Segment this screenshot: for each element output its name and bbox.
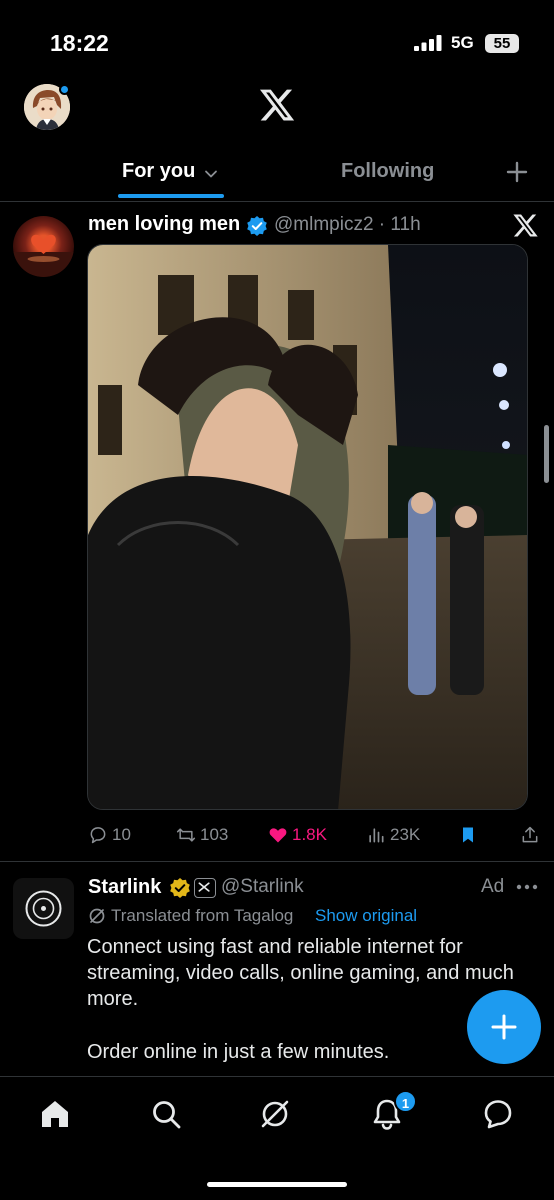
scrollbar-thumb[interactable] (544, 425, 549, 483)
compose-post-button[interactable] (467, 990, 541, 1064)
bookmark-button[interactable] (458, 820, 482, 850)
ad-body-text-2: Order online in just a few minutes. (87, 1041, 390, 1063)
tab-following[interactable]: Following (341, 160, 434, 183)
notification-badge: 1 (394, 1090, 417, 1113)
heart-filled-icon (269, 828, 287, 843)
x-brand-icon[interactable] (512, 212, 539, 239)
signal-icon (414, 35, 442, 51)
status-time: 18:22 (50, 30, 109, 56)
tweet-photo[interactable] (87, 244, 528, 810)
gold-verified-badge-icon (170, 878, 190, 898)
share-icon (522, 826, 538, 843)
grok-icon[interactable] (258, 1097, 292, 1131)
home-icon[interactable] (38, 1097, 72, 1131)
ad-handle: @Starlink (221, 876, 304, 897)
like-button[interactable]: 1.8K (268, 820, 327, 850)
tweet-author-avatar[interactable] (13, 216, 74, 277)
view-count: 23K (390, 825, 421, 844)
grok-translate-icon (89, 908, 105, 924)
battery-icon: 55 (485, 34, 519, 53)
x-logo-icon[interactable] (258, 86, 296, 124)
retweet-count: 103 (200, 825, 229, 844)
translated-note: Translated from Tagalog (111, 906, 294, 925)
add-tab-icon[interactable] (506, 161, 528, 183)
more-options-icon[interactable] (515, 880, 539, 894)
ad-author-avatar[interactable] (13, 878, 74, 939)
verified-badge-icon (247, 216, 267, 236)
like-count: 1.8K (292, 825, 327, 844)
share-button[interactable] (520, 820, 544, 850)
starlink-logo-icon (25, 890, 62, 927)
retweet-button[interactable]: 103 (176, 820, 228, 850)
tweet-author-name[interactable]: men loving men (88, 213, 240, 236)
views-button[interactable]: 23K (366, 820, 420, 850)
plus-icon (491, 1014, 517, 1040)
ad-author-name[interactable]: Starlink (88, 876, 161, 899)
home-indicator (207, 1182, 347, 1187)
bookmark-filled-icon (463, 827, 473, 843)
reply-icon (90, 827, 106, 844)
network-type: 5G (451, 33, 474, 52)
retweet-icon (176, 828, 196, 842)
tab-for-you[interactable]: For you (122, 160, 195, 183)
reply-count: 10 (112, 825, 131, 844)
photo-image (88, 245, 527, 809)
tweet-divider (0, 861, 554, 862)
ad-label: Ad (481, 876, 505, 897)
analytics-icon (369, 828, 384, 843)
avatar-image (13, 234, 74, 277)
tweet-handle-time: @mlmpicz2 · 11h (274, 214, 421, 235)
affiliate-x-icon (194, 878, 216, 898)
active-tab-indicator (118, 194, 224, 198)
reply-button[interactable]: 10 (88, 820, 131, 850)
chevron-down-icon[interactable] (204, 167, 218, 181)
messages-icon[interactable] (481, 1097, 515, 1131)
tweet-actions: 10 103 1.8K 23K (0, 820, 554, 850)
show-original-link[interactable]: Show original (315, 906, 417, 926)
unread-dot (59, 84, 70, 95)
search-icon[interactable] (149, 1097, 183, 1131)
header-divider (0, 201, 554, 202)
